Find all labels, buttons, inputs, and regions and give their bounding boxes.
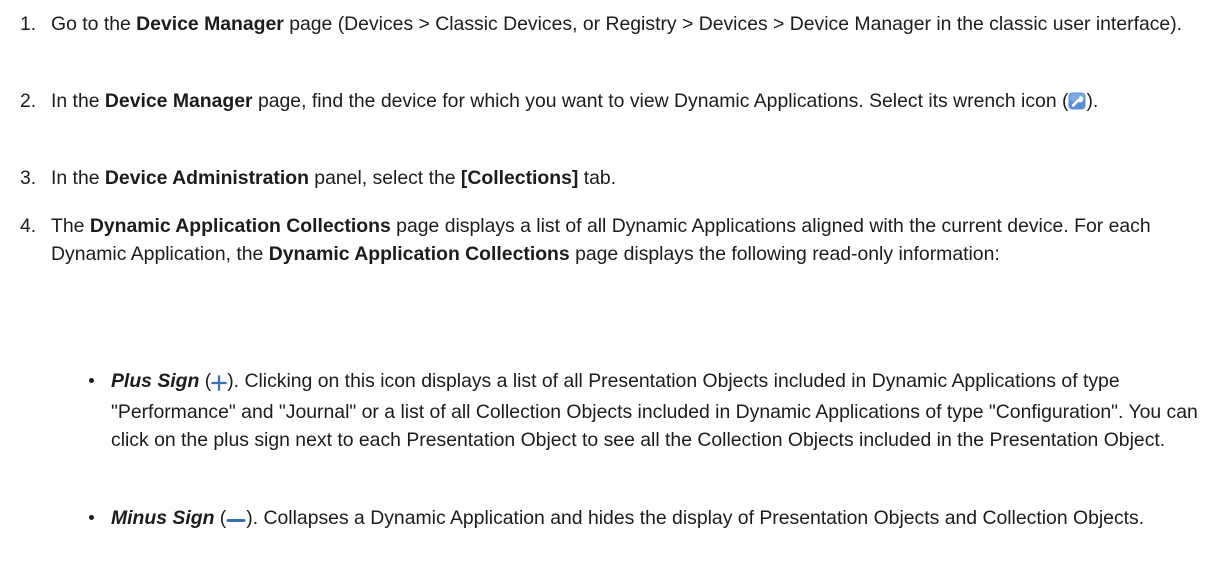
- step-text-segment: page (Devices > Classic Devices, or Regi…: [283, 13, 1183, 35]
- bullet-term: Plus Sign: [111, 370, 200, 392]
- bullet-text-segment: (: [214, 507, 227, 529]
- step-text: In the Device Administration panel, sele…: [51, 164, 1210, 192]
- step-number: 2.: [20, 90, 37, 112]
- bullet-text-segment: ). Clicking on this icon displays a list…: [111, 370, 1198, 451]
- bullet-text: Plus Sign (). Clicking on this icon disp…: [111, 367, 1224, 454]
- step-number: 1.: [20, 13, 37, 35]
- step-text-segment: tab.: [578, 167, 617, 189]
- step-text-segment: panel, select the: [308, 167, 461, 189]
- ui-term: Device Manager: [136, 13, 284, 35]
- step-number: 4.: [20, 215, 37, 237]
- step-text-segment: The: [51, 215, 90, 237]
- ui-term: Device Manager: [104, 90, 253, 112]
- step-text: The Dynamic Application Collections page…: [51, 212, 1210, 268]
- bullet-text-segment: ). Collapses a Dynamic Application and h…: [246, 507, 1145, 529]
- bullet-text-segment: (: [199, 370, 212, 392]
- step-text-segment: ).: [1086, 90, 1099, 112]
- step-number: 3.: [20, 167, 37, 189]
- document-body: 1. Go to the Device Manager page (Device…: [0, 0, 1230, 567]
- bullet-text: Minus Sign ( ). Collapses a Dynamic Appli…: [111, 503, 1224, 536]
- step-text-segment: In the: [51, 167, 105, 189]
- ui-term: Dynamic Application Collections: [89, 215, 391, 237]
- step-text: Go to the Device Manager page (Devices >…: [51, 10, 1210, 38]
- step-text-segment: page, find the device for which you want…: [252, 90, 1069, 112]
- ui-term: [Collections]: [460, 167, 579, 189]
- bullet-dot: [89, 515, 94, 520]
- minus-icon: [226, 506, 246, 536]
- step-text: In the Device Manager page, find the dev…: [51, 87, 1210, 118]
- step-text-segment: In the: [51, 90, 105, 112]
- wrench-icon: [1068, 90, 1086, 118]
- plus-icon: [211, 370, 227, 398]
- step-text-segment: page displays the following read-only in…: [569, 243, 1000, 265]
- step-text-segment: Go to the: [51, 13, 137, 35]
- ui-term: Device Administration: [104, 167, 309, 189]
- bullet-term: Minus Sign: [111, 507, 215, 529]
- bullet-dot: [89, 378, 94, 383]
- ui-term: Dynamic Application Collections: [268, 243, 570, 265]
